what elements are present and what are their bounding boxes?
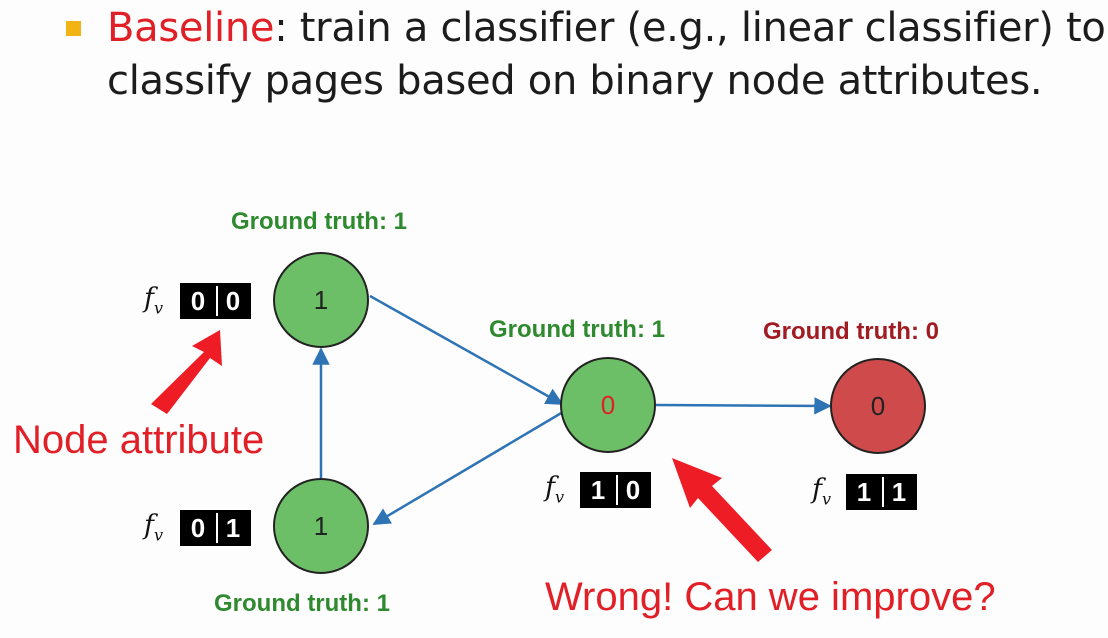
feature-symbol-bottom-left: fv	[144, 510, 163, 544]
attribute-box-bottom-left: 0 1	[180, 510, 251, 546]
node-right: 0	[830, 358, 926, 454]
attribute-box-center: 1 0	[580, 472, 651, 508]
annotation-wrong: Wrong! Can we improve?	[545, 575, 996, 619]
feature-v: v	[154, 298, 164, 318]
arrow-to-attribute-icon	[151, 330, 222, 414]
node-top-left-label: 1	[314, 285, 328, 315]
attribute-bit: 0	[183, 286, 213, 316]
attribute-bit: 1	[882, 477, 914, 507]
feature-symbol-right: fv	[812, 474, 831, 508]
node-bottom-left: 1	[273, 478, 369, 574]
ground-truth-top-left: Ground truth: 1	[231, 208, 407, 235]
feature-v: v	[154, 525, 164, 545]
attribute-bit: 1	[583, 475, 613, 505]
feature-v: v	[555, 487, 565, 507]
node-top-left: 1	[273, 252, 369, 348]
feature-f: f	[545, 472, 555, 503]
attribute-bit: 1	[216, 513, 248, 543]
ground-truth-right: Ground truth: 0	[763, 318, 939, 345]
attribute-bit: 0	[216, 286, 248, 316]
attribute-box-right: 1 1	[846, 474, 917, 510]
node-right-label: 0	[871, 391, 885, 421]
feature-symbol-center: fv	[545, 472, 564, 506]
feature-f: f	[144, 510, 154, 541]
node-center-label: 0	[601, 390, 615, 420]
feature-v: v	[822, 489, 832, 509]
attribute-box-top-left: 0 0	[180, 283, 251, 319]
attribute-bit: 0	[616, 475, 648, 505]
attribute-bit: 0	[183, 513, 213, 543]
edge-top-to-center	[369, 294, 564, 406]
ground-truth-center: Ground truth: 1	[489, 316, 665, 343]
arrow-to-center-node-icon	[672, 458, 772, 562]
node-bottom-left-label: 1	[314, 511, 328, 541]
slide: Baseline: train a classifier (e.g., line…	[0, 0, 1108, 638]
node-center: 0	[560, 357, 656, 453]
feature-symbol-top-left: fv	[144, 283, 163, 317]
feature-f: f	[812, 474, 822, 505]
attribute-bit: 1	[849, 477, 879, 507]
feature-f: f	[144, 283, 154, 314]
annotation-node-attribute: Node attribute	[13, 418, 265, 462]
ground-truth-bottom-left: Ground truth: 1	[214, 590, 390, 617]
edge-center-to-bottom	[372, 410, 564, 526]
edge-center-to-right	[655, 397, 832, 415]
